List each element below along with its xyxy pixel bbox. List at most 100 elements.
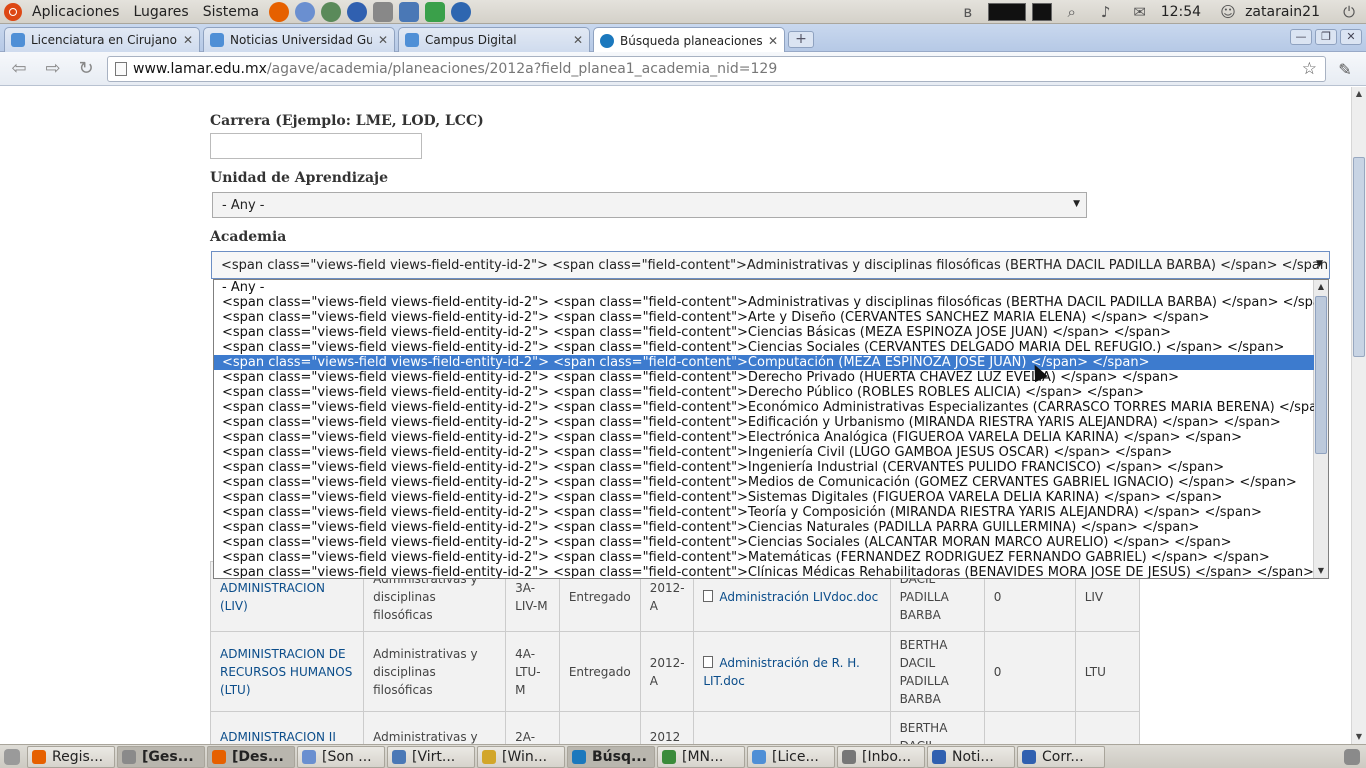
page-scrollbar[interactable]: ▲ ▼: [1351, 87, 1366, 744]
tab-title: Campus Digital: [425, 33, 517, 47]
dropdown-option[interactable]: <span class="views-field views-field-ent…: [214, 295, 1314, 310]
menu-aplicaciones[interactable]: Aplicaciones: [25, 0, 126, 24]
taskbar-item-label: [MN...: [682, 748, 724, 765]
tab-close-icon[interactable]: ✕: [378, 33, 388, 47]
clock[interactable]: 12:54: [1161, 4, 1201, 20]
tab-favicon-icon: [210, 33, 224, 47]
academia-cell: Administrativas y disciplinas filosófica…: [363, 631, 507, 712]
ubuntu-logo-icon[interactable]: [4, 2, 22, 21]
dropdown-option[interactable]: <span class="views-field views-field-ent…: [214, 415, 1314, 430]
thunderbird-launcher-icon[interactable]: [347, 1, 368, 22]
taskbar-item[interactable]: [Inbo...: [837, 745, 925, 768]
menu-lugares[interactable]: Lugares: [126, 0, 195, 24]
subject-cell[interactable]: ADMINISTRACION DE RECURSOS HUMANOS (LTU): [209, 631, 365, 712]
tab-busqueda-planeaciones[interactable]: Búsqueda planeaciones pc ✕: [593, 27, 785, 53]
taskbar-item-label: [Lice...: [772, 748, 819, 765]
scroll-up-arrow-icon[interactable]: ▲: [1314, 280, 1328, 294]
file-cell[interactable]: Administración de R. H. LIT.doc: [693, 631, 891, 712]
maximize-button[interactable]: ❐: [1315, 29, 1337, 45]
tab-close-icon[interactable]: ✕: [183, 33, 193, 47]
scroll-down-arrow-icon[interactable]: ▼: [1352, 730, 1366, 744]
tab-noticias[interactable]: Noticias Universidad Guad ✕: [203, 27, 395, 52]
dropdown-option[interactable]: <span class="views-field views-field-ent…: [214, 370, 1314, 385]
taskbar-item[interactable]: Búsq...: [567, 745, 655, 768]
network-tool-launcher-icon[interactable]: [321, 1, 342, 22]
dropdown-option[interactable]: <span class="views-field views-field-ent…: [214, 505, 1314, 520]
terminal-icon[interactable]: [1031, 3, 1052, 21]
system-monitor-graph[interactable]: [987, 3, 1026, 21]
tab-close-icon[interactable]: ✕: [573, 33, 583, 47]
taskbar-item[interactable]: Regis...: [27, 745, 115, 768]
wrench-menu-icon[interactable]: ✎: [1335, 60, 1355, 80]
bluetooth-icon[interactable]: ʙ: [959, 3, 977, 21]
minimize-button[interactable]: —: [1290, 29, 1312, 45]
network-icon[interactable]: ⌕: [1063, 3, 1081, 21]
unidad-select[interactable]: - Any - ▼: [212, 192, 1087, 218]
address-bar[interactable]: www.lamar.edu.mx/agave/academia/planeaci…: [107, 56, 1326, 82]
volume-icon[interactable]: ♪: [1097, 3, 1115, 21]
taskbar-item-label: [Des...: [232, 748, 284, 765]
dropdown-option[interactable]: - Any -: [214, 280, 1314, 295]
virtualbox-launcher-icon[interactable]: [451, 1, 472, 22]
scroll-up-arrow-icon[interactable]: ▲: [1352, 87, 1366, 101]
dropdown-option[interactable]: <span class="views-field views-field-ent…: [214, 490, 1314, 505]
taskbar-item[interactable]: [Virt...: [387, 745, 475, 768]
tab-close-icon[interactable]: ✕: [768, 34, 778, 48]
dropdown-option[interactable]: <span class="views-field views-field-ent…: [214, 535, 1314, 550]
reload-button[interactable]: ↻: [75, 58, 97, 80]
scroll-down-arrow-icon[interactable]: ▼: [1314, 564, 1328, 578]
mail-icon[interactable]: ✉: [1131, 3, 1149, 21]
taskbar-item[interactable]: [MN...: [657, 745, 745, 768]
dropdown-option[interactable]: <span class="views-field views-field-ent…: [214, 520, 1314, 535]
academia-select[interactable]: <span class="views-field views-field-ent…: [211, 251, 1330, 279]
tab-campus-digital[interactable]: Campus Digital ✕: [398, 27, 590, 52]
dropdown-scroll-thumb[interactable]: [1315, 296, 1327, 454]
bookmark-star-icon[interactable]: ☆: [1302, 59, 1317, 79]
trash-icon[interactable]: [1344, 748, 1360, 765]
dropdown-option[interactable]: <span class="views-field views-field-ent…: [214, 460, 1314, 475]
carrera-input[interactable]: [210, 133, 422, 159]
dropdown-option[interactable]: <span class="views-field views-field-ent…: [214, 550, 1314, 565]
taskbar-item[interactable]: [Lice...: [747, 745, 835, 768]
dropdown-option[interactable]: <span class="views-field views-field-ent…: [214, 475, 1314, 490]
menu-sistema[interactable]: Sistema: [196, 0, 266, 24]
chrome-launcher-icon[interactable]: [295, 1, 316, 22]
page-scroll-thumb[interactable]: [1353, 157, 1365, 357]
close-window-button[interactable]: ✕: [1340, 29, 1362, 45]
taskbar-item[interactable]: [Des...: [207, 745, 295, 768]
dropdown-option[interactable]: <span class="views-field views-field-ent…: [214, 565, 1314, 578]
dropdown-option[interactable]: <span class="views-field views-field-ent…: [214, 310, 1314, 325]
screenshot-launcher-icon[interactable]: [373, 1, 394, 22]
user-name[interactable]: zatarain21: [1245, 4, 1320, 20]
dropdown-option[interactable]: <span class="views-field views-field-ent…: [214, 385, 1314, 400]
taskbar-item[interactable]: [Ges...: [117, 745, 205, 768]
dropdown-option[interactable]: <span class="views-field views-field-ent…: [214, 340, 1314, 355]
taskbar-item[interactable]: [Win...: [477, 745, 565, 768]
dropdown-option[interactable]: <span class="views-field views-field-ent…: [214, 325, 1314, 340]
results-table: ADMINISTRACION (LIV) Administrativas y d…: [209, 561, 1141, 762]
dropdown-option[interactable]: <span class="views-field views-field-ent…: [214, 355, 1314, 370]
dropdown-option[interactable]: <span class="views-field views-field-ent…: [214, 400, 1314, 415]
show-desktop-icon[interactable]: [4, 748, 20, 765]
cube-launcher-icon[interactable]: [425, 1, 446, 22]
dropdown-option[interactable]: <span class="views-field views-field-ent…: [214, 445, 1314, 460]
table-row: ADMINISTRACION DE RECURSOS HUMANOS (LTU)…: [209, 631, 1141, 712]
taskbar-item[interactable]: Noti...: [927, 745, 1015, 768]
page-icon: [115, 62, 127, 76]
back-button[interactable]: ⇦: [8, 58, 30, 80]
file-link[interactable]: Administración de R. H. LIT.doc: [703, 656, 860, 688]
new-tab-button[interactable]: +: [788, 31, 814, 48]
forward-button[interactable]: ⇨: [42, 58, 64, 80]
power-icon[interactable]: ⏻: [1340, 3, 1358, 21]
taskbar-item[interactable]: Corr...: [1017, 745, 1105, 768]
monitor-launcher-icon[interactable]: [399, 1, 420, 22]
file-link[interactable]: Administración LIVdoc.doc: [719, 590, 878, 604]
dropdown-scrollbar[interactable]: ▲ ▼: [1313, 280, 1328, 578]
taskbar-item[interactable]: [Son ...: [297, 745, 385, 768]
tab-title: Búsqueda planeaciones pc: [620, 33, 762, 48]
tab-favicon-icon: [11, 33, 25, 47]
tab-licenciatura[interactable]: Licenciatura en Cirujano D ✕: [4, 27, 200, 52]
dropdown-option[interactable]: <span class="views-field views-field-ent…: [214, 430, 1314, 445]
taskbar-app-icon: [932, 749, 946, 764]
firefox-launcher-icon[interactable]: [269, 1, 290, 22]
